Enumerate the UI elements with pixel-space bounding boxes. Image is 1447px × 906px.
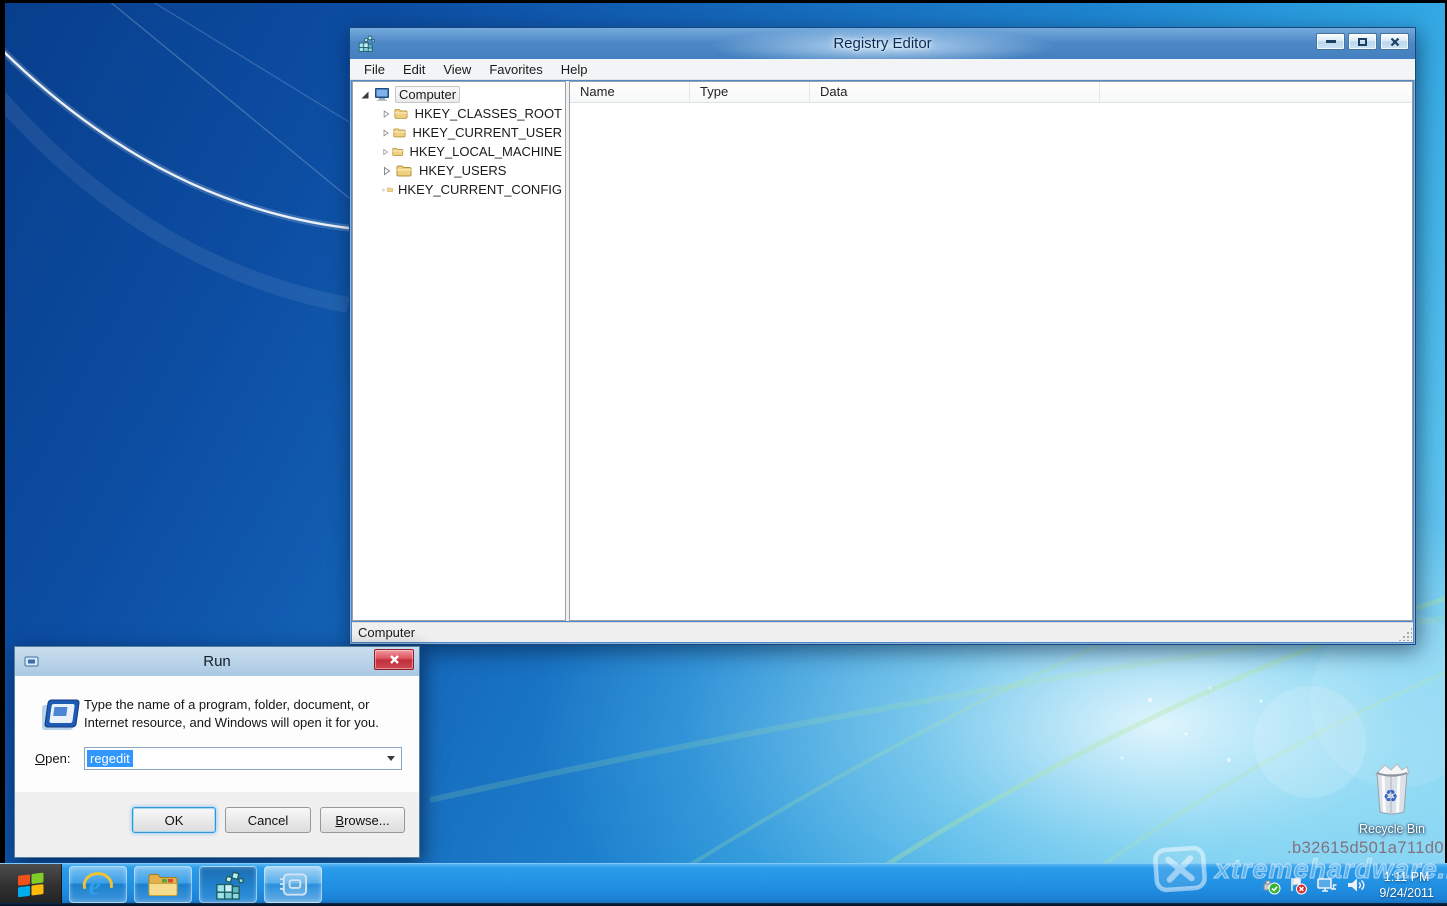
menu-file[interactable]: File	[355, 60, 394, 79]
taskbar-clock[interactable]: 1:11 PM 9/24/2011	[1379, 869, 1434, 902]
menu-edit[interactable]: Edit	[394, 60, 434, 79]
clock-time: 1:11 PM	[1379, 869, 1434, 885]
computer-icon	[374, 87, 391, 102]
registry-tree-panel: Computer HKEY_CLASSES_ROOT HKEY_CURRENT_…	[352, 81, 566, 621]
internet-explorer-icon: e	[82, 870, 114, 900]
recycle-bin-label: Recycle Bin	[1352, 822, 1432, 836]
close-icon	[1390, 37, 1400, 47]
expander-collapsed-icon[interactable]	[382, 185, 386, 195]
window-controls	[1316, 33, 1409, 50]
windows-logo-icon	[16, 872, 46, 899]
folder-icon	[392, 145, 404, 158]
chevron-down-icon	[387, 756, 395, 761]
tree-label-computer[interactable]: Computer	[395, 86, 460, 103]
regedit-icon	[357, 34, 375, 52]
bezel-edge	[0, 0, 5, 906]
open-combobox[interactable]: regedit	[84, 747, 402, 770]
desktop: ♻ Recycle Bin .b32615d501a711d0 Registry…	[0, 0, 1447, 906]
column-header-name[interactable]: Name	[570, 82, 690, 102]
menu-bar: File Edit View Favorites Help	[350, 59, 1415, 80]
cancel-button[interactable]: Cancel	[225, 807, 311, 833]
action-center-flag-icon[interactable]	[1288, 876, 1308, 895]
tree-item-computer[interactable]: Computer	[353, 85, 565, 104]
run-dialog-message: Type the name of a program, folder, docu…	[84, 696, 402, 733]
network-icon[interactable]	[1315, 876, 1338, 895]
run-dialog-body: Type the name of a program, folder, docu…	[15, 676, 419, 793]
taskbar-run-button[interactable]	[264, 866, 322, 903]
volume-icon[interactable]	[1345, 876, 1366, 895]
taskbar-internet-explorer-button[interactable]: e	[69, 866, 127, 903]
run-icon	[24, 655, 40, 668]
open-input-value[interactable]: regedit	[87, 750, 133, 767]
close-icon	[389, 654, 400, 665]
tree-label[interactable]: HKEY_CURRENT_USER	[409, 125, 565, 140]
clock-date: 9/24/2011	[1379, 885, 1434, 901]
bezel-edge	[0, 0, 1447, 3]
column-header-filler	[1100, 82, 1412, 102]
start-button[interactable]	[0, 864, 62, 906]
run-dialog-icon	[37, 696, 83, 736]
minimize-icon	[1326, 40, 1336, 43]
folder-icon	[394, 107, 408, 120]
maximize-button[interactable]	[1348, 33, 1377, 50]
usb-device-icon[interactable]	[1260, 876, 1281, 895]
run-dialog-footer: OK Cancel Browse...	[15, 792, 419, 857]
file-explorer-icon	[147, 871, 179, 898]
registry-editor-titlebar[interactable]: Registry Editor	[350, 28, 1415, 59]
resize-grip[interactable]	[1398, 627, 1412, 641]
registry-editor-window: Registry Editor File Edit View Favorites…	[349, 27, 1416, 645]
maximize-icon	[1358, 38, 1367, 46]
window-title: Registry Editor	[350, 28, 1415, 59]
registry-values-panel: Name Type Data	[569, 81, 1413, 621]
recycle-bin-icon: ♻	[1369, 762, 1415, 816]
values-list-empty[interactable]	[570, 103, 1412, 620]
column-header-data[interactable]: Data	[810, 82, 1100, 102]
tree-item-hkey-current-user[interactable]: HKEY_CURRENT_USER	[353, 123, 565, 142]
regedit-icon	[213, 869, 244, 900]
expander-collapsed-icon[interactable]	[382, 147, 389, 157]
menu-help[interactable]: Help	[552, 60, 597, 79]
combobox-dropdown-button[interactable]	[381, 756, 401, 761]
tree-item-hkey-users[interactable]: HKEY_USERS	[353, 161, 565, 180]
recycle-bin[interactable]: ♻ Recycle Bin	[1352, 762, 1432, 836]
run-dialog-title: Run	[15, 647, 419, 676]
tree-item-hkey-classes-root[interactable]: HKEY_CLASSES_ROOT	[353, 104, 565, 123]
run-window-icon	[278, 871, 309, 899]
build-watermark: .b32615d501a711d0	[1287, 839, 1444, 858]
folder-icon	[396, 164, 412, 177]
browse-button[interactable]: Browse...	[320, 807, 405, 833]
taskbar-registry-editor-button[interactable]	[199, 866, 257, 903]
expander-collapsed-icon[interactable]	[382, 128, 390, 138]
status-bar: Computer	[352, 622, 1413, 642]
minimize-button[interactable]	[1316, 33, 1345, 50]
open-label: Open:	[35, 751, 70, 766]
expander-expanded-icon[interactable]	[360, 90, 370, 100]
system-tray: 1:11 PM 9/24/2011	[1260, 864, 1447, 906]
folder-icon	[387, 183, 393, 196]
close-button[interactable]	[1380, 33, 1409, 50]
taskbar: e	[0, 863, 1447, 906]
column-header-type[interactable]: Type	[690, 82, 810, 102]
tree-item-hkey-local-machine[interactable]: HKEY_LOCAL_MACHINE	[353, 142, 565, 161]
menu-favorites[interactable]: Favorites	[480, 60, 551, 79]
tree-label[interactable]: HKEY_CURRENT_CONFIG	[395, 182, 565, 197]
ok-button[interactable]: OK	[132, 807, 216, 833]
folder-icon	[393, 126, 406, 139]
registry-editor-content: Computer HKEY_CLASSES_ROOT HKEY_CURRENT_…	[352, 81, 1413, 621]
list-column-headers: Name Type Data	[570, 82, 1412, 103]
close-button[interactable]	[374, 649, 414, 670]
tree-label[interactable]: HKEY_LOCAL_MACHINE	[407, 144, 565, 159]
menu-view[interactable]: View	[434, 60, 480, 79]
tree-item-hkey-current-config[interactable]: HKEY_CURRENT_CONFIG	[353, 180, 565, 199]
svg-text:♻: ♻	[1383, 787, 1398, 806]
status-text: Computer	[358, 625, 415, 640]
taskbar-file-explorer-button[interactable]	[134, 866, 192, 903]
tree-label[interactable]: HKEY_CLASSES_ROOT	[412, 106, 565, 121]
expander-collapsed-icon[interactable]	[382, 166, 392, 176]
run-dialog: Run Type the name of a program, folder, …	[14, 646, 420, 858]
expander-collapsed-icon[interactable]	[382, 109, 391, 119]
tree-label[interactable]: HKEY_USERS	[416, 163, 509, 178]
run-dialog-titlebar[interactable]: Run	[15, 647, 419, 676]
